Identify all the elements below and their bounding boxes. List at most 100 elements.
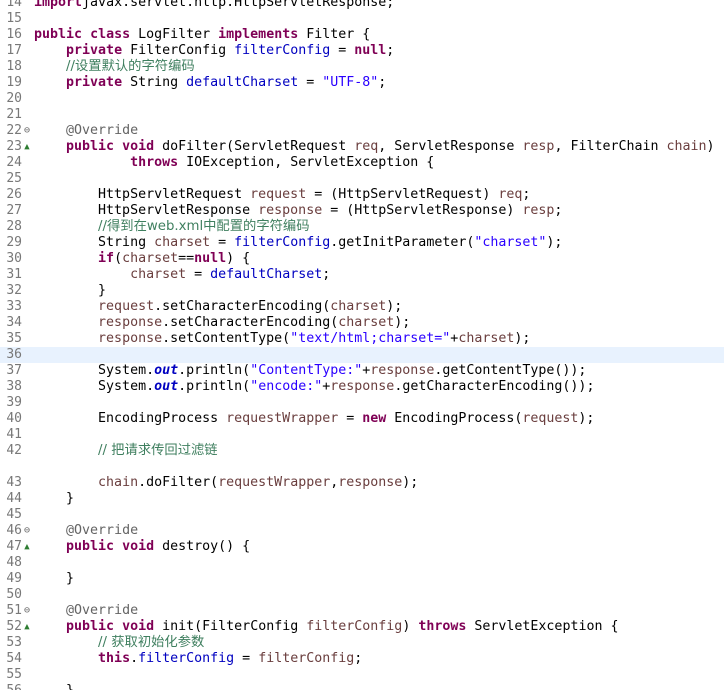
code-editor[interactable]: 14 importjavax.servlet.http.HttpServletRe… xyxy=(0,0,724,690)
code-line[interactable]: 31 charset = defaultCharset; xyxy=(0,267,724,283)
fold-collapse-icon[interactable]: ⊖ xyxy=(22,603,32,619)
code-line[interactable]: 29 String charset = filterConfig.getInit… xyxy=(0,235,724,251)
code-token: System. xyxy=(34,363,155,378)
code-text: } xyxy=(34,491,74,507)
code-line[interactable]: 55 xyxy=(0,667,724,683)
code-text: public void destroy() { xyxy=(34,539,250,555)
code-line[interactable]: 38 System.out.println("encode:"+response… xyxy=(0,379,724,395)
code-line[interactable]: 14 importjavax.servlet.http.HttpServletRe… xyxy=(0,0,724,11)
code-line[interactable]: 19 private String defaultCharset = "UTF-… xyxy=(0,75,724,91)
line-number: 18 xyxy=(6,59,22,74)
code-line[interactable]: 22 ⊖ @Override xyxy=(0,123,724,139)
code-text: public class LogFilter implements Filter… xyxy=(34,27,370,43)
code-text: throws IOException, ServletException { xyxy=(34,155,434,171)
code-text: charset = defaultCharset; xyxy=(34,267,330,283)
code-line[interactable]: 50 xyxy=(0,587,724,603)
line-number: 39 xyxy=(6,395,22,410)
line-number: 48 xyxy=(6,555,22,570)
code-line[interactable]: 20 xyxy=(0,91,724,107)
code-text: private String defaultCharset = "UTF-8"; xyxy=(34,75,386,91)
code-line[interactable]: 24 throws IOException, ServletException … xyxy=(0,155,724,171)
code-token: destroy() { xyxy=(154,539,251,554)
line-number: 38 xyxy=(6,379,22,394)
code-line[interactable]: 52 ▲ public void init(FilterConfig filter… xyxy=(0,619,724,635)
code-line[interactable]: 23 ▲ public void doFilter(ServletRequest … xyxy=(0,139,724,155)
code-token: resp xyxy=(522,203,555,218)
line-number: 53 xyxy=(6,635,22,650)
code-token: = xyxy=(330,43,355,58)
code-token: LogFilter xyxy=(130,27,219,42)
line-number: 26 xyxy=(6,187,22,202)
code-line[interactable]: 32 } xyxy=(0,283,724,299)
code-line[interactable]: 48 xyxy=(0,555,724,571)
code-token: defaultCharset xyxy=(210,267,323,282)
code-token: = (HttpServletRequest) xyxy=(306,187,499,202)
code-line[interactable]: 37 System.out.println("ContentType:"+res… xyxy=(0,363,724,379)
code-line[interactable]: 46 ⊖ @Override xyxy=(0,523,724,539)
code-token: "encode:" xyxy=(250,379,323,394)
code-line[interactable]: 56 } xyxy=(0,683,724,690)
line-number: 27 xyxy=(6,203,22,218)
code-text: private FilterConfig filterConfig = null… xyxy=(34,43,394,59)
code-line[interactable]: 35 response.setContentType("text/html;ch… xyxy=(0,331,724,347)
code-token: ) { xyxy=(226,251,251,266)
fold-collapse-icon[interactable]: ⊖ xyxy=(22,123,32,139)
code-line[interactable]: 45 xyxy=(0,507,724,523)
code-line[interactable]: 28 //得到在web.xml中配置的字符编码 xyxy=(0,219,724,235)
code-token: private xyxy=(66,75,123,90)
line-number: 16 xyxy=(6,27,22,42)
code-token: request xyxy=(522,411,579,426)
code-line[interactable]: 18 //设置默认的字符编码 xyxy=(0,59,724,75)
code-text: @Override xyxy=(34,123,138,139)
code-line[interactable]: 39 xyxy=(0,395,724,411)
code-line[interactable]: 27 HttpServletResponse response = (HttpS… xyxy=(0,203,724,219)
line-number: 20 xyxy=(6,91,22,106)
code-token: void xyxy=(122,619,155,634)
fold-collapse-icon[interactable]: ⊖ xyxy=(22,523,32,539)
code-line[interactable]: 51 ⊖ @Override xyxy=(0,603,724,619)
code-token: = xyxy=(234,651,259,666)
line-number: 19 xyxy=(6,75,22,90)
code-token: // 获取初始化参数 xyxy=(98,635,205,650)
code-token: ); xyxy=(578,411,595,426)
code-line[interactable]: 26 HttpServletRequest request = (HttpSer… xyxy=(0,187,724,203)
code-token: ; xyxy=(354,651,363,666)
code-token: .setContentType( xyxy=(162,331,291,346)
code-line[interactable]: 34 response.setCharacterEncoding(charset… xyxy=(0,315,724,331)
code-line[interactable]: 21 xyxy=(0,107,724,123)
code-token: "text/html;charset=" xyxy=(290,331,451,346)
code-token: ); xyxy=(546,235,563,250)
code-line[interactable]: 44 } xyxy=(0,491,724,507)
override-marker-icon: ▲ xyxy=(24,142,30,152)
line-number: 46 xyxy=(6,523,22,538)
code-token: . xyxy=(130,651,139,666)
code-line[interactable]: 30 if(charset==null) { xyxy=(0,251,724,267)
code-line[interactable]: 25 xyxy=(0,171,724,187)
line-number: 54 xyxy=(6,651,22,666)
code-line[interactable]: 17 private FilterConfig filterConfig = n… xyxy=(0,43,724,59)
code-token: } xyxy=(34,491,75,506)
line-number: 25 xyxy=(6,171,22,186)
code-line[interactable]: 40 EncodingProcess requestWrapper = new … xyxy=(0,411,724,427)
code-line[interactable]: 36 xyxy=(0,347,724,363)
code-line[interactable]: 42 // 把请求传回过滤链 xyxy=(0,443,724,459)
code-line[interactable]: 43 chain.doFilter(requestWrapper,respons… xyxy=(0,475,724,491)
code-line[interactable]: 16 public class LogFilter implements Filt… xyxy=(0,27,724,43)
code-line[interactable]: 33 request.setCharacterEncoding(charset)… xyxy=(0,299,724,315)
code-text: response.setContentType("text/html;chars… xyxy=(34,331,530,347)
code-token: @Override xyxy=(66,523,139,538)
code-line[interactable] xyxy=(0,459,724,475)
code-token: @Override xyxy=(66,123,139,138)
code-token: FilterConfig xyxy=(122,43,235,58)
code-line[interactable]: 15 xyxy=(0,11,724,27)
code-line[interactable]: 54 this.filterConfig = filterConfig; xyxy=(0,651,724,667)
code-token: throws xyxy=(418,619,467,634)
code-line[interactable]: 53 // 获取初始化参数 xyxy=(0,635,724,651)
code-line[interactable]: 49 } xyxy=(0,571,724,587)
code-line[interactable]: 47 ▲ public void destroy() { xyxy=(0,539,724,555)
code-line[interactable]: 41 xyxy=(0,427,724,443)
code-token: ) xyxy=(402,619,419,634)
code-token: null xyxy=(194,251,227,266)
code-token: response xyxy=(98,331,163,346)
